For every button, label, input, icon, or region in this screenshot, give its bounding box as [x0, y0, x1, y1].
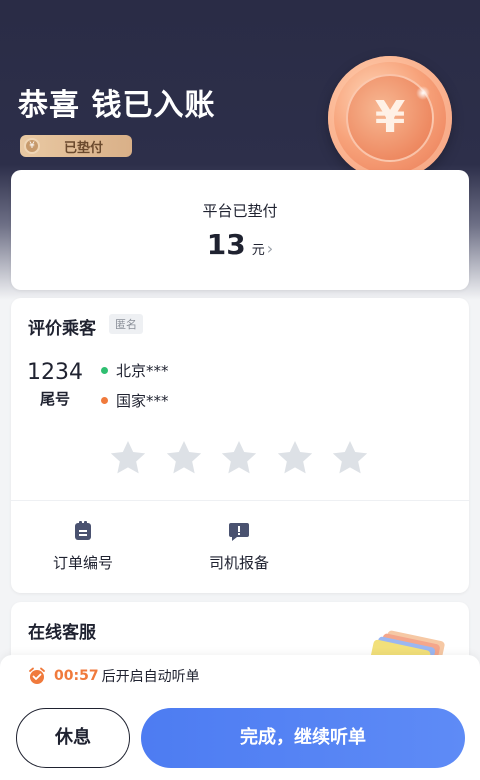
- passenger-tail-number: 1234: [27, 360, 83, 385]
- coin-mini-icon: ¥: [24, 138, 40, 154]
- section-divider: [11, 500, 469, 501]
- route-destination: 国家***: [101, 390, 169, 411]
- coin-illustration: ¥: [328, 56, 452, 180]
- rate-section-title: 评价乘客: [28, 319, 96, 339]
- report-chat-icon: [228, 520, 250, 542]
- countdown-text: 后开启自动听单: [101, 669, 200, 685]
- payment-card[interactable]: 平台已垫付 13 元 ›: [11, 170, 469, 290]
- payment-unit: 元: [251, 243, 265, 258]
- destination-text: 国家***: [116, 392, 169, 410]
- order-number-button[interactable]: 订单编号: [23, 520, 143, 573]
- star-rating: [107, 438, 371, 478]
- payment-amount-row[interactable]: 13 元 ›: [11, 228, 469, 261]
- payment-amount: 13: [206, 228, 246, 261]
- order-number-label: 订单编号: [52, 554, 113, 572]
- star-icon[interactable]: [329, 438, 371, 478]
- bottom-action-bar: 00:57 后开启自动听单 休息 完成，继续听单: [0, 655, 480, 780]
- origin-text: 北京***: [116, 362, 169, 380]
- chevron-right-icon[interactable]: ›: [267, 239, 273, 258]
- route-origin: 北京***: [101, 360, 169, 381]
- driver-report-label: 司机报备: [208, 554, 269, 572]
- payment-label: 平台已垫付: [202, 202, 278, 220]
- paid-tag-label: 已垫付: [64, 140, 104, 156]
- star-icon[interactable]: [218, 438, 260, 478]
- order-document-icon: [72, 520, 94, 542]
- online-service-title: 在线客服: [28, 623, 96, 643]
- coin-sparkle: [416, 86, 430, 100]
- destination-dot-icon: [101, 397, 108, 404]
- rate-passenger-card: 评价乘客 匿名 1234 尾号 北京*** 国家*** 订单编号 司机报备: [11, 298, 469, 593]
- countdown-value: 00:57: [54, 668, 99, 684]
- star-icon[interactable]: [163, 438, 205, 478]
- continue-listening-button[interactable]: 完成，继续听单: [141, 708, 465, 768]
- alarm-clock-icon: [28, 667, 46, 685]
- page-title: 恭喜 钱已入账: [18, 88, 216, 123]
- driver-report-button[interactable]: 司机报备: [179, 520, 299, 573]
- anonymous-badge: 匿名: [109, 314, 143, 334]
- star-icon[interactable]: [107, 438, 149, 478]
- auto-listen-countdown: 00:57 后开启自动听单: [28, 666, 200, 686]
- tail-number-label: 尾号: [39, 390, 70, 408]
- paid-status-tag: ¥ 已垫付: [20, 135, 132, 157]
- rest-button[interactable]: 休息: [16, 708, 130, 768]
- star-icon[interactable]: [274, 438, 316, 478]
- origin-dot-icon: [101, 367, 108, 374]
